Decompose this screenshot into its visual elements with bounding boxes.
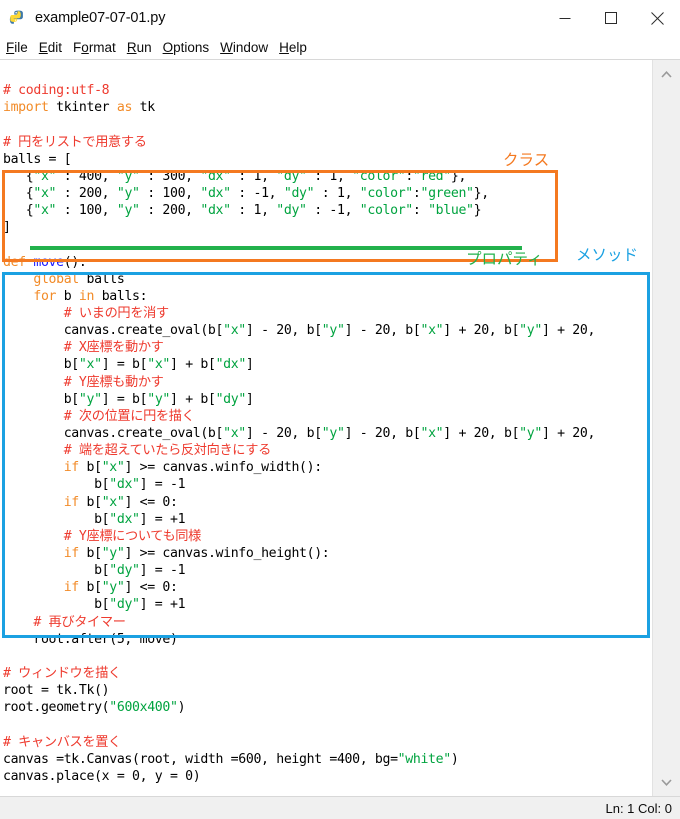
status-bar: Ln: 1 Col: 0 — [0, 796, 680, 819]
code-line: canvas =tk.Canvas(root, width =600, heig… — [3, 751, 459, 767]
code-text-area[interactable]: # coding:utf-8 import tkinter as tk # 円をリ… — [0, 60, 652, 796]
minimize-button[interactable] — [542, 0, 588, 36]
menu-bar: File Edit Format Run Options Window Help — [0, 36, 680, 59]
code-line: # coding:utf-8 — [3, 83, 110, 99]
code-line: b["dy"] = -1 — [3, 563, 186, 579]
maximize-button[interactable] — [588, 0, 634, 36]
code-line: root.after(5, move) — [3, 631, 178, 647]
menu-item-format[interactable]: Format — [73, 40, 116, 55]
code-line: # Y座標についても同様 — [63, 528, 202, 544]
code-line: # いまの円を消す — [63, 305, 169, 321]
vertical-scrollbar[interactable] — [652, 60, 680, 796]
close-icon — [650, 11, 664, 25]
code-line: {"x" : 100, "y" : 200, "dx" : 1, "dy" : … — [3, 203, 482, 219]
scroll-down-button[interactable] — [653, 772, 680, 792]
menu-item-help[interactable]: Help — [279, 40, 307, 55]
code-line: b["x"] = b["x"] + b["dx"] — [3, 357, 254, 373]
code-line: global balls — [33, 271, 125, 287]
code-line: # 次の位置に円を描く — [63, 408, 195, 424]
code-line: # ウィンドウを描く — [3, 665, 121, 681]
code-line: balls = [ — [3, 151, 72, 167]
chevron-down-icon — [661, 778, 672, 786]
minimize-icon — [559, 18, 571, 19]
code-line: # 再びタイマー — [33, 614, 126, 630]
source-code: # coding:utf-8 import tkinter as tk # 円をリ… — [3, 65, 652, 796]
code-line: # 端を超えていたら反対向きにする — [63, 443, 272, 459]
window-controls — [542, 0, 680, 36]
code-line: canvas.place(x = 0, y = 0) — [3, 768, 201, 784]
code-line: import tkinter as tk — [3, 100, 155, 116]
code-line: canvas.create_oval(b["x"] - 20, b["y"] -… — [3, 425, 596, 441]
code-line: # キャンバスを置く — [3, 734, 121, 750]
code-line: b["dy"] = +1 — [3, 597, 186, 613]
cursor-position-indicator: Ln: 1 Col: 0 — [605, 800, 673, 816]
code-line: root = tk.Tk() — [3, 683, 110, 699]
menu-item-run[interactable]: Run — [127, 40, 152, 55]
editor-area: # coding:utf-8 import tkinter as tk # 円をリ… — [0, 59, 680, 796]
code-line: canvas.create_oval(b["x"] - 20, b["y"] -… — [3, 323, 596, 339]
python-file-icon — [9, 10, 23, 24]
idle-editor-window: example07-07-01.py File Edit Format Run … — [0, 0, 680, 819]
code-line: # Y座標も動かす — [63, 374, 164, 390]
close-button[interactable] — [634, 0, 680, 36]
code-line: {"x" : 200, "y" : 100, "dx" : -1, "dy" :… — [3, 186, 489, 201]
code-line: if b["y"] >= canvas.winfo_height(): — [63, 545, 330, 561]
menu-item-options[interactable]: Options — [163, 40, 210, 55]
code-line: if b["y"] <= 0: — [63, 580, 178, 596]
code-line: root.geometry("600x400") — [3, 700, 186, 716]
chevron-up-icon — [661, 70, 672, 78]
code-line: b["dx"] = -1 — [3, 477, 186, 493]
code-line: b["dx"] = +1 — [3, 511, 186, 527]
code-line: # 円をリストで用意する — [3, 134, 147, 150]
scrollbar-thumb[interactable] — [655, 84, 679, 784]
maximize-icon — [605, 12, 617, 24]
menu-item-window[interactable]: Window — [220, 40, 268, 55]
code-line: {"x" : 400, "y" : 300, "dx" : 1, "dy" : … — [3, 168, 467, 184]
menu-item-edit[interactable]: Edit — [39, 40, 62, 55]
code-line: for b in balls: — [33, 288, 148, 304]
annotation-underline-property — [30, 246, 522, 250]
scroll-up-button[interactable] — [653, 64, 680, 84]
menu-item-file[interactable]: File — [6, 40, 28, 55]
code-line: if b["x"] <= 0: — [63, 494, 178, 510]
window-title: example07-07-01.py — [35, 10, 166, 26]
code-line: ] — [3, 220, 11, 236]
code-line: b["y"] = b["y"] + b["dy"] — [3, 391, 254, 407]
code-line: # X座標を動かす — [63, 340, 164, 356]
code-line: def move(): — [3, 254, 87, 270]
code-line: if b["x"] >= canvas.winfo_width(): — [63, 460, 322, 476]
title-bar: example07-07-01.py — [0, 0, 680, 36]
